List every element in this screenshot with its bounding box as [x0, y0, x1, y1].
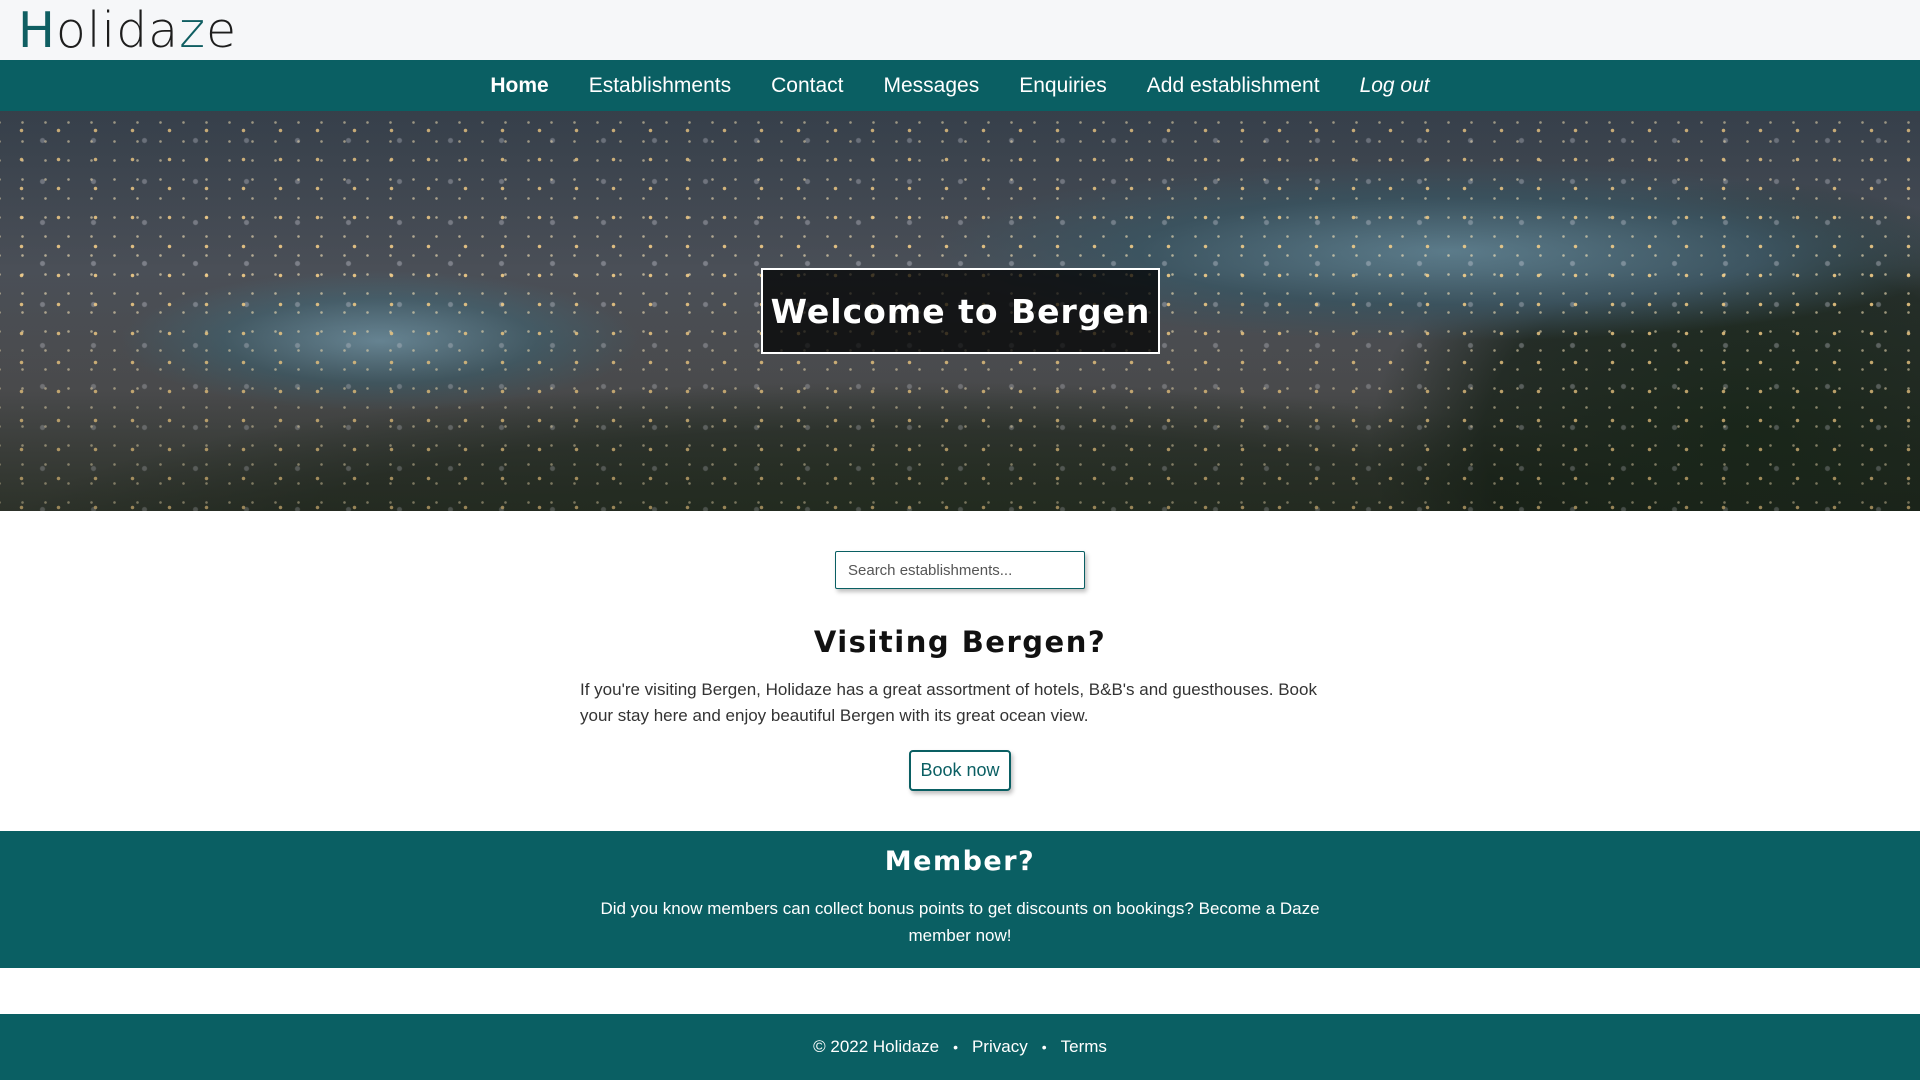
- top-bar: Holidaze: [0, 0, 1920, 60]
- hero-title: Welcome to Bergen: [761, 268, 1160, 354]
- nav-contact[interactable]: Contact: [771, 74, 843, 98]
- member-section: Member? Did you know members can collect…: [0, 831, 1920, 968]
- visiting-title: Visiting Bergen?: [813, 625, 1107, 659]
- nav-messages[interactable]: Messages: [884, 74, 980, 98]
- book-now-button[interactable]: Book now: [909, 750, 1011, 791]
- nav-enquiries[interactable]: Enquiries: [1019, 74, 1107, 98]
- footer-separator: •: [1041, 1039, 1047, 1055]
- footer-copyright: © 2022 Holidaze: [813, 1037, 940, 1056]
- nav-home[interactable]: Home: [490, 74, 548, 98]
- nav-log-out[interactable]: Log out: [1360, 74, 1430, 98]
- member-title: Member?: [884, 846, 1036, 877]
- holidaze-logo[interactable]: Holidaze: [18, 2, 237, 59]
- nav-add-establishment[interactable]: Add establishment: [1147, 74, 1320, 98]
- footer: © 2022 Holidaze • Privacy • Terms: [0, 1014, 1920, 1080]
- visiting-text: If you're visiting Bergen, Holidaze has …: [580, 680, 1317, 725]
- search-input[interactable]: [835, 551, 1085, 589]
- footer-terms-link[interactable]: Terms: [1061, 1037, 1107, 1057]
- footer-separator: •: [953, 1039, 958, 1055]
- nav-establishments[interactable]: Establishments: [589, 74, 731, 98]
- member-text: Did you know members can collect bonus p…: [600, 899, 1320, 945]
- footer-privacy-link[interactable]: Privacy: [972, 1037, 1028, 1057]
- hero-banner: Welcome to Bergen: [0, 111, 1920, 511]
- main-nav: Home Establishments Contact Messages Enq…: [0, 60, 1920, 111]
